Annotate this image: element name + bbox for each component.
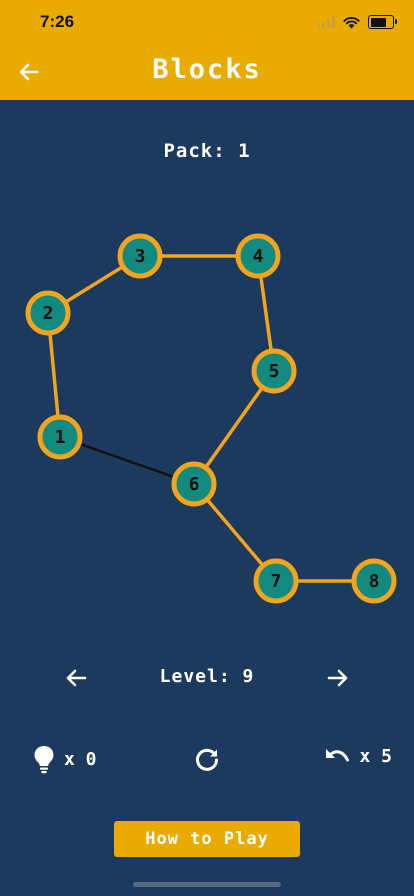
node-7[interactable]: 7 — [253, 558, 299, 604]
level-label: Level: — [159, 666, 231, 687]
node-1[interactable]: 1 — [37, 414, 83, 460]
node-6[interactable]: 6 — [171, 461, 217, 507]
node-3[interactable]: 3 — [117, 233, 163, 279]
level-number: 9 — [242, 666, 255, 687]
battery-level-fill — [370, 17, 386, 27]
node-label: 8 — [369, 571, 380, 592]
edges-layer — [46, 254, 374, 583]
node-label: 6 — [189, 474, 200, 495]
pack-indicator: Pack: 1 — [0, 140, 414, 162]
undo-button[interactable]: x 5 — [323, 744, 392, 768]
node-label: 5 — [269, 361, 280, 382]
puzzle-board[interactable]: 1 2 3 4 5 6 7 8 — [0, 200, 414, 640]
hint-count: x 0 — [64, 748, 97, 770]
status-time: 7:26 — [40, 12, 75, 31]
cellular-signal-icon — [317, 16, 335, 28]
how-to-play-button[interactable]: How to Play — [114, 821, 300, 857]
page-title: Blocks — [152, 54, 262, 85]
app-header: 7:26 Blocks — [0, 0, 414, 100]
hint-button[interactable]: x 0 — [32, 744, 97, 774]
home-indicator — [133, 882, 281, 887]
node-label: 3 — [135, 246, 146, 267]
pack-number: 1 — [238, 140, 251, 162]
undo-icon — [326, 749, 350, 762]
node-8[interactable]: 8 — [351, 558, 397, 604]
pack-label: Pack: — [163, 140, 226, 162]
node-label: 2 — [43, 303, 54, 324]
status-icons — [317, 12, 397, 32]
node-5[interactable]: 5 — [251, 348, 297, 394]
wifi-icon — [343, 16, 360, 28]
node-label: 7 — [271, 571, 282, 592]
node-2[interactable]: 2 — [25, 290, 71, 336]
node-4[interactable]: 4 — [235, 233, 281, 279]
node-label: 4 — [253, 246, 264, 267]
level-navigation: Level: 9 — [0, 660, 414, 696]
tools-row: x 0 x 5 — [0, 740, 414, 780]
undo-count: x 5 — [359, 745, 392, 767]
restart-icon[interactable] — [193, 746, 221, 774]
lightbulb-icon — [34, 746, 54, 774]
battery-icon — [368, 15, 397, 29]
node-label: 1 — [55, 427, 66, 448]
next-level-arrow-icon[interactable] — [322, 662, 354, 694]
